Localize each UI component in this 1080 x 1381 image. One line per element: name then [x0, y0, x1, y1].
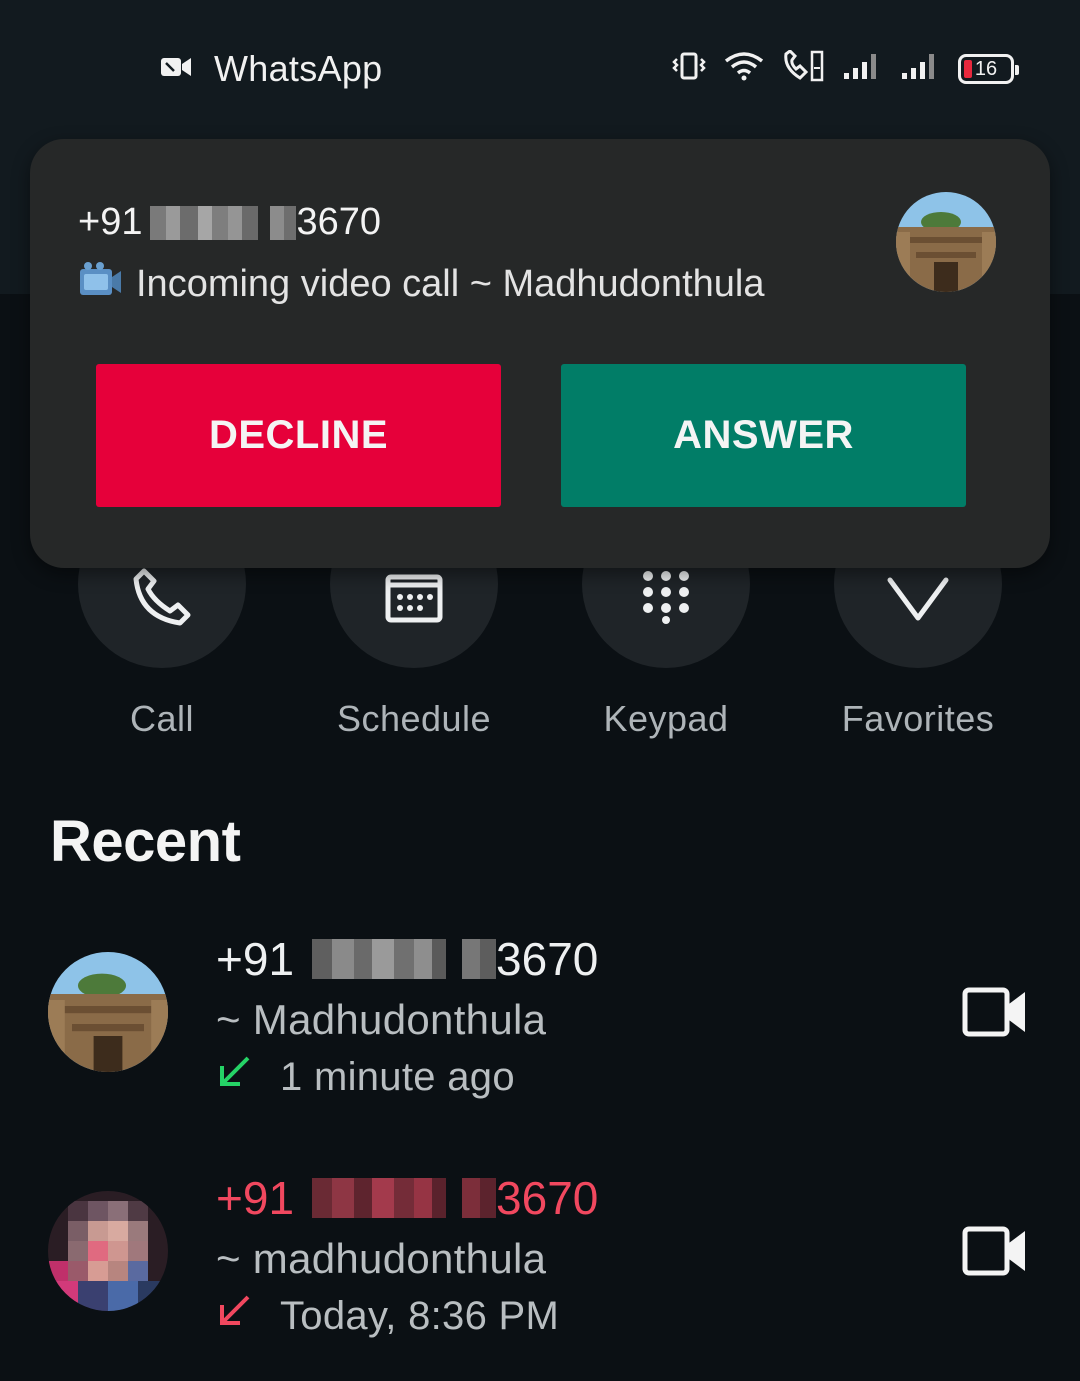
- caller-number-suffix: 3670: [296, 201, 382, 243]
- masked-digits: [270, 205, 297, 240]
- status-app-name: WhatsApp: [214, 48, 383, 89]
- call-subtitle: Incoming video call ~ Madhudonthula: [78, 261, 764, 307]
- schedule-action-label: Schedule: [336, 698, 492, 739]
- keypad-action-label: Keypad: [603, 698, 729, 739]
- favorites-action-label: Favorites: [841, 698, 995, 739]
- contact-name: ~ Madhudonthula: [216, 996, 547, 1043]
- recent-call-item[interactable]: +91 3670 ~ madhudonthula Today, 8:36 PM: [0, 1159, 1080, 1359]
- masked-digits: [150, 205, 259, 240]
- video-camera-emoji-icon: [78, 261, 122, 307]
- video-call-icon[interactable]: [962, 986, 1028, 1043]
- call-time: 1 minute ago: [216, 1054, 515, 1100]
- call-time-text: Today, 8:36 PM: [280, 1293, 560, 1338]
- contact-number: +91 3670: [216, 1171, 598, 1225]
- contact-number-suffix: 3670: [496, 1172, 599, 1224]
- call-subtitle-text: Incoming video call ~ Madhudonthula: [136, 262, 765, 305]
- keypad-icon: [639, 570, 693, 629]
- incoming-arrow-icon: [216, 1054, 252, 1100]
- masked-digits: [462, 1178, 497, 1218]
- battery-icon: 16: [958, 53, 1019, 84]
- status-bar: WhatsApp 16: [0, 0, 1080, 140]
- decline-button[interactable]: DECLINE: [96, 364, 501, 507]
- masked-digits: [462, 939, 497, 979]
- call-action-label: Call: [129, 698, 194, 739]
- answer-button[interactable]: ANSWER: [561, 364, 966, 507]
- video-camera-icon: [160, 56, 192, 83]
- battery-level-text: 16: [974, 57, 998, 80]
- vibrate-icon: [672, 51, 706, 86]
- phone-icon: [132, 567, 192, 632]
- call-time: Today, 8:36 PM: [216, 1293, 559, 1339]
- call-time-text: 1 minute ago: [280, 1054, 515, 1099]
- signal-icon: [900, 51, 940, 86]
- contact-number-prefix: +91: [216, 1172, 295, 1224]
- caller-number: +91 3670: [78, 201, 381, 244]
- masked-digits: [312, 1178, 447, 1218]
- recent-call-item[interactable]: +91 3670 ~ Madhudonthula 1 minute ago: [0, 920, 1080, 1120]
- contact-number-prefix: +91: [216, 933, 295, 985]
- contact-avatar[interactable]: [48, 1191, 168, 1311]
- video-call-icon[interactable]: [962, 1225, 1028, 1282]
- contact-number: +91 3670: [216, 932, 598, 986]
- calendar-icon: [385, 571, 443, 628]
- contact-name: ~ madhudonthula: [216, 1235, 547, 1282]
- masked-digits: [312, 939, 447, 979]
- notification-app-indicator: WhatsApp: [160, 48, 382, 90]
- missed-call-arrow-icon: [216, 1293, 252, 1339]
- caller-avatar: [896, 192, 996, 292]
- wifi-icon: [724, 51, 764, 86]
- caller-number-prefix: +91: [78, 201, 143, 243]
- phone-screen: WhatsApp 16 +91 3670 Incoming video call…: [0, 0, 1080, 1381]
- heart-icon: [886, 572, 950, 627]
- signal-icon: [842, 51, 882, 86]
- recent-section-title: Recent: [50, 809, 241, 874]
- wifi-calling-icon: [782, 49, 824, 87]
- contact-avatar[interactable]: [48, 952, 168, 1072]
- incoming-call-notification[interactable]: +91 3670 Incoming video call ~ Madhudont…: [30, 139, 1050, 568]
- contact-number-suffix: 3670: [496, 933, 599, 985]
- status-icons: 16: [672, 49, 1019, 87]
